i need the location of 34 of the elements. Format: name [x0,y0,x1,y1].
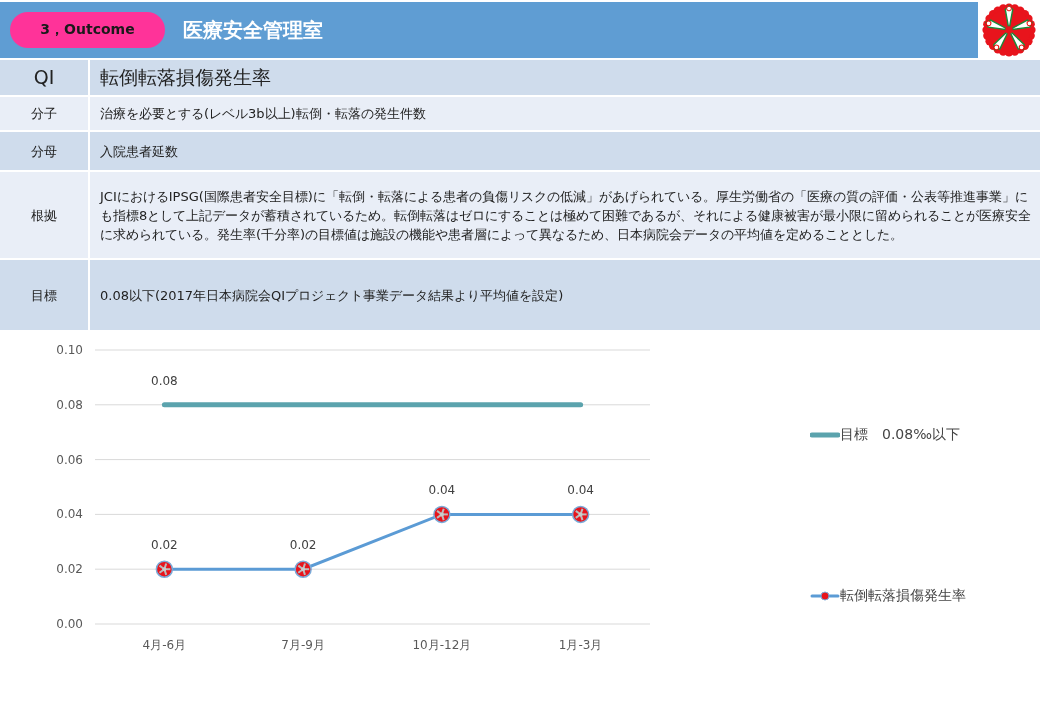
indicator-title: 転倒転落損傷発生率 [90,60,1040,95]
data-label: 0.02 [289,538,317,553]
data-point-marker [571,505,590,524]
row-label: QI [0,60,88,95]
data-point-marker [433,505,451,524]
x-axis-label: 10月-12月 [412,638,472,652]
x-axis-label: 4月-6月 [142,638,187,652]
header-title: 医療安全管理室 [183,16,323,44]
row-value: 0.08以下(2017年日本病院会QIプロジェクト事業データ結果より平均値を設定) [90,260,1040,330]
legend-swatch [810,590,840,602]
y-axis-label: 0.06 [56,452,83,467]
row-value: 入院患者延数 [90,132,1040,170]
data-label: 0.08 [151,373,178,388]
y-axis-label: 0.10 [56,343,83,357]
row-label: 目標 [0,260,88,330]
legend-label: 転倒転落損傷発生率 [840,587,966,605]
data-label: 0.04 [428,483,456,498]
x-axis-label: 7月-9月 [281,638,325,652]
legend-label: 目標 0.08‰以下 [840,426,960,444]
section-badge: 3，Outcome [10,12,165,48]
data-point-marker [294,560,312,578]
row-label: 分子 [0,97,88,130]
data-label: 0.02 [151,538,178,553]
y-axis-label: 0.02 [56,562,83,577]
row-value: 治療を必要とする(レベル3b以上)転倒・転落の発生件数 [90,97,1040,130]
y-axis-label: 0.04 [56,507,83,522]
x-axis-label: 1月-3月 [558,638,603,652]
row-label: 分母 [0,132,88,170]
data-point-marker [155,560,174,578]
y-axis-label: 0.00 [56,617,83,631]
row-label: 根拠 [0,172,88,258]
y-axis-label: 0.08 [56,397,83,412]
data-label: 0.04 [567,483,594,498]
row-value: JCIにおけるIPSG(国際患者安全目標)に「転倒・転落による患者の負傷リスクの低減」があげられている。厚生労働省の「医療の質の評価・公表等推進事業」にも指標8として上記データが蓄積されているため。転倒転落はゼロにすることは極めて困難であるが、それによる健康被害が最小限に留められることが医療安全に求められている。発生率(千分率)の目標値は施設の機能や患者層によって異なるため、日本病院会データの平均値を定めることとした。 [90,172,1040,258]
